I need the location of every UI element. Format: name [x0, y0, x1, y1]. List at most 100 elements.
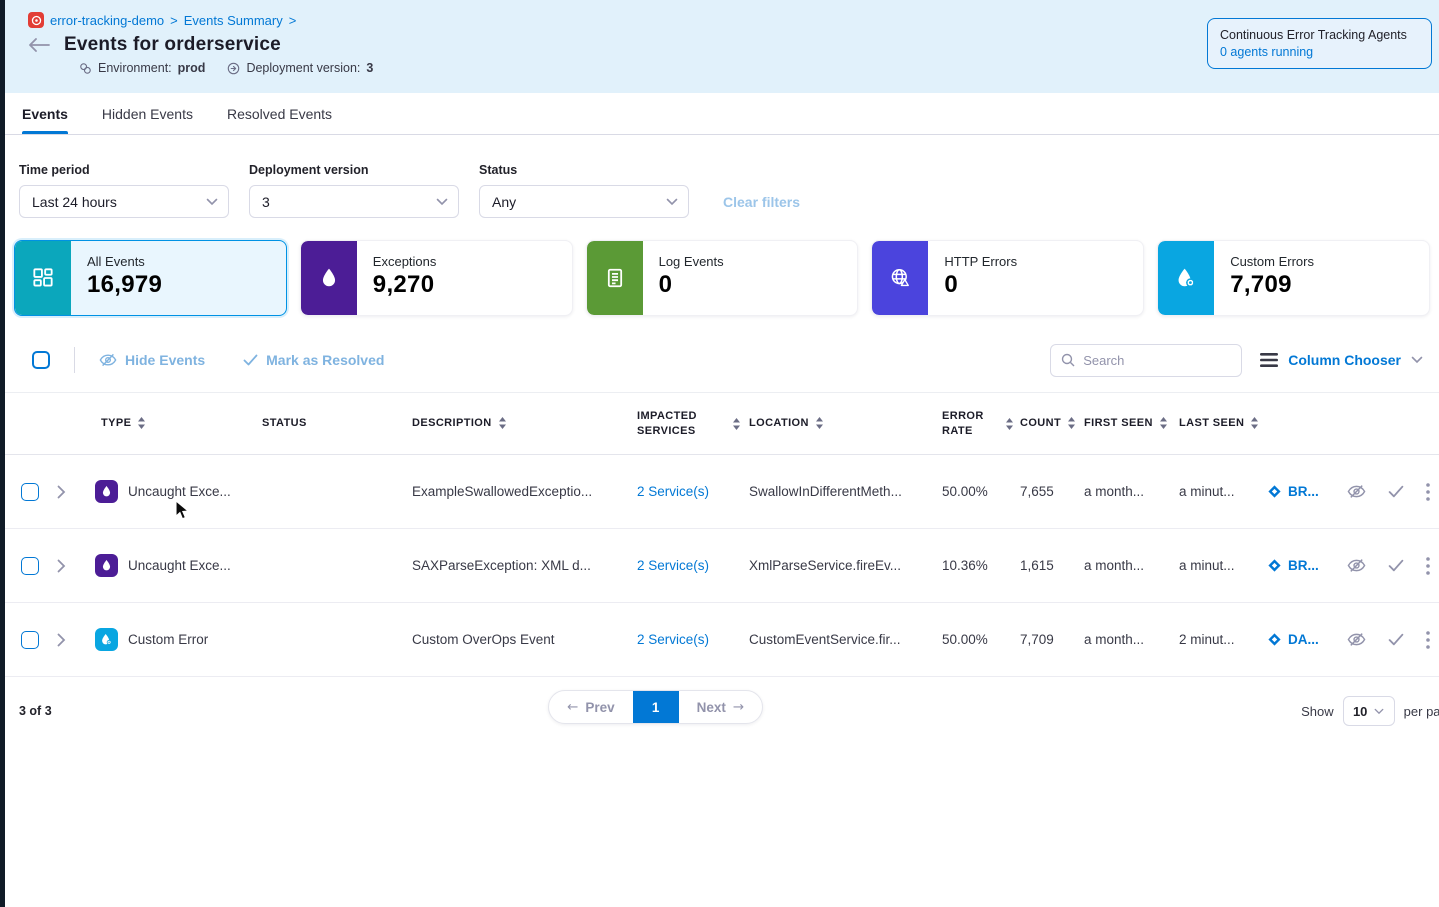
environment-meta: Environment: prod — [79, 61, 205, 75]
deployment-value: 3 — [366, 61, 373, 75]
row-checkbox[interactable] — [21, 631, 39, 649]
breadcrumb-separator: > — [289, 13, 297, 28]
row-checkbox[interactable] — [21, 483, 39, 501]
select-all-checkbox[interactable] — [32, 351, 50, 369]
deployment-version-label: Deployment version — [249, 163, 459, 177]
agents-running-link[interactable]: 0 agents running — [1220, 45, 1419, 59]
sort-icon — [1250, 417, 1259, 429]
page-number-button[interactable]: 1 — [633, 691, 679, 723]
kebab-menu-icon[interactable] — [1426, 631, 1430, 649]
tab-events[interactable]: Events — [22, 93, 68, 134]
back-arrow-icon[interactable] — [28, 38, 50, 52]
impacted-services-link[interactable]: 2 Service(s) — [637, 484, 749, 499]
agents-title: Continuous Error Tracking Agents — [1220, 28, 1419, 42]
card-value: 0 — [944, 271, 1017, 299]
card-label: Log Events — [659, 254, 724, 269]
impacted-services-link[interactable]: 2 Service(s) — [637, 558, 749, 573]
first-seen: a month... — [1084, 484, 1179, 499]
card-exceptions[interactable]: Exceptions 9,270 — [300, 240, 573, 316]
column-header-first-seen[interactable]: FIRST SEEN — [1084, 416, 1179, 430]
card-label: All Events — [87, 254, 162, 269]
column-chooser-button[interactable]: Column Chooser — [1260, 352, 1423, 368]
last-seen: a minut... — [1179, 558, 1267, 573]
sort-icon — [815, 417, 824, 429]
column-header-status[interactable]: STATUS — [262, 416, 412, 430]
column-header-error-rate[interactable]: ERROR RATE — [942, 409, 1020, 438]
card-custom-errors[interactable]: Custom Errors 7,709 — [1157, 240, 1430, 316]
last-seen: a minut... — [1179, 484, 1267, 499]
breadcrumb-project-link[interactable]: error-tracking-demo — [50, 13, 164, 28]
event-location: XmlParseService.fireEv... — [749, 558, 942, 573]
card-label: HTTP Errors — [944, 254, 1017, 269]
column-header-description[interactable]: DESCRIPTION — [412, 416, 637, 430]
page-size-select[interactable]: 10 — [1343, 696, 1395, 726]
chevron-right-icon[interactable] — [57, 633, 87, 647]
table-toolbar: Hide Events Mark as Resolved Column Choo… — [5, 328, 1439, 392]
document-icon — [587, 241, 643, 315]
card-http-errors[interactable]: HTTP Errors 0 — [871, 240, 1144, 316]
search-box[interactable] — [1050, 344, 1242, 377]
column-header-location[interactable]: LOCATION — [749, 416, 942, 430]
mark-resolved-button[interactable]: Mark as Resolved — [243, 352, 384, 368]
search-input[interactable] — [1083, 353, 1223, 368]
event-count: 7,709 — [1020, 632, 1084, 647]
column-header-type[interactable]: TYPE — [87, 416, 262, 430]
ticket-link[interactable]: BR... — [1267, 484, 1347, 499]
status-select[interactable]: Any — [479, 185, 689, 218]
arrow-right-icon: → — [733, 699, 744, 715]
card-value: 0 — [659, 271, 724, 299]
diamond-icon — [1267, 484, 1282, 499]
eye-slash-icon — [99, 353, 117, 367]
prev-page-button[interactable]: ← Prev — [549, 691, 633, 723]
time-period-select[interactable]: Last 24 hours — [19, 185, 229, 218]
row-checkbox[interactable] — [21, 557, 39, 575]
sort-icon — [1159, 417, 1168, 429]
hide-event-icon[interactable] — [1347, 484, 1366, 499]
next-page-button[interactable]: Next → — [679, 691, 763, 723]
time-period-value: Last 24 hours — [32, 194, 117, 210]
column-header-last-seen[interactable]: LAST SEEN — [1179, 416, 1267, 430]
column-header-impacted-services[interactable]: IMPACTED SERVICES — [637, 409, 749, 438]
chevron-down-icon — [1411, 356, 1423, 364]
resolve-event-icon[interactable] — [1388, 559, 1404, 572]
impacted-services-link[interactable]: 2 Service(s) — [637, 632, 749, 647]
deployment-label: Deployment version: — [246, 61, 360, 75]
row-count-summary: 3 of 3 — [19, 704, 52, 718]
kebab-menu-icon[interactable] — [1426, 557, 1430, 575]
hide-event-icon[interactable] — [1347, 632, 1366, 647]
time-period-label: Time period — [19, 163, 229, 177]
table-row[interactable]: Custom Error Custom OverOps Event 2 Serv… — [5, 603, 1439, 677]
deployment-version-select[interactable]: 3 — [249, 185, 459, 218]
per-page-label: per page — [1404, 704, 1439, 719]
breadcrumb-section-link[interactable]: Events Summary — [184, 13, 283, 28]
resolve-event-icon[interactable] — [1388, 633, 1404, 646]
kebab-menu-icon[interactable] — [1426, 483, 1430, 501]
agents-status-card[interactable]: Continuous Error Tracking Agents 0 agent… — [1207, 18, 1432, 69]
hide-events-button[interactable]: Hide Events — [99, 352, 205, 368]
last-seen: 2 minut... — [1179, 632, 1267, 647]
event-description: ExampleSwallowedExceptio... — [412, 484, 637, 499]
column-header-count[interactable]: COUNT — [1020, 416, 1084, 430]
status-value: Any — [492, 194, 516, 210]
hamburger-icon — [1260, 353, 1278, 367]
card-value: 7,709 — [1230, 271, 1314, 299]
hide-event-icon[interactable] — [1347, 558, 1366, 573]
clear-filters-button[interactable]: Clear filters — [723, 194, 800, 210]
resolve-event-icon[interactable] — [1388, 485, 1404, 498]
tab-resolved-events[interactable]: Resolved Events — [227, 93, 332, 134]
error-rate: 50.00% — [942, 632, 1020, 647]
sort-icon — [137, 417, 146, 429]
arrow-left-icon: ← — [567, 699, 578, 715]
card-all-events[interactable]: All Events 16,979 — [14, 240, 287, 316]
chevron-right-icon[interactable] — [57, 559, 87, 573]
card-log-events[interactable]: Log Events 0 — [586, 240, 859, 316]
table-row[interactable]: Uncaught Exce... SAXParseException: XML … — [5, 529, 1439, 603]
ticket-link[interactable]: DA... — [1267, 632, 1347, 647]
status-label: Status — [479, 163, 689, 177]
tab-hidden-events[interactable]: Hidden Events — [102, 93, 193, 134]
table-row[interactable]: Uncaught Exce... ExampleSwallowedExcepti… — [5, 455, 1439, 529]
deployment-meta: Deployment version: 3 — [227, 61, 373, 75]
event-type: Uncaught Exce... — [128, 484, 231, 499]
chevron-right-icon[interactable] — [57, 485, 87, 499]
ticket-link[interactable]: BR... — [1267, 558, 1347, 573]
